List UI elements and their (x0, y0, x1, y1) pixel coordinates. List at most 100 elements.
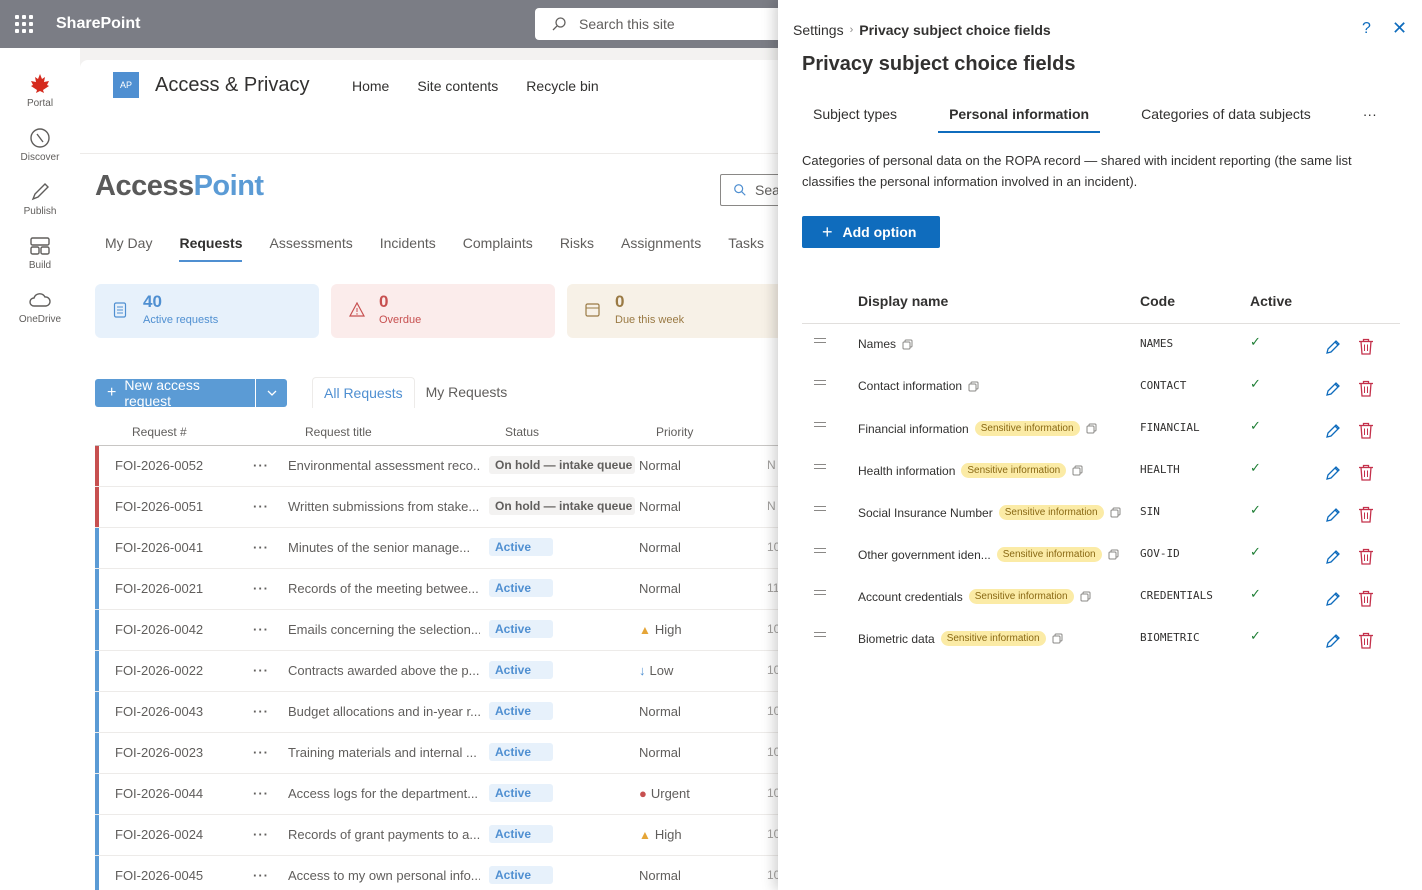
request-title[interactable]: Environmental assessment reco... (288, 458, 480, 473)
tab-requests[interactable]: Requests (179, 235, 243, 262)
delete-icon[interactable] (1358, 548, 1374, 568)
option-row[interactable]: Contact information CONTACT ✓ (802, 366, 1400, 408)
option-row[interactable]: Biometric data Sensitive information BIOME… (802, 618, 1400, 660)
drag-handle-icon[interactable] (814, 380, 826, 388)
more-actions-icon[interactable]: ··· (253, 786, 271, 801)
col-status[interactable]: Status (505, 425, 539, 439)
edit-icon[interactable] (1324, 590, 1342, 611)
request-id[interactable]: FOI-2026-0052 (115, 458, 215, 473)
copy-icon[interactable] (968, 381, 979, 392)
request-title[interactable]: Records of grant payments to a... (288, 827, 480, 842)
suite-title[interactable]: SharePoint (56, 15, 140, 33)
drag-handle-icon[interactable] (814, 422, 826, 430)
table-row[interactable]: FOI-2026-0045 ··· Access to my own persona… (95, 856, 800, 890)
delete-icon[interactable] (1358, 338, 1374, 358)
delete-icon[interactable] (1358, 380, 1374, 400)
col-request-number[interactable]: Request # (132, 425, 187, 439)
more-actions-icon[interactable]: ··· (253, 745, 271, 760)
drag-handle-icon[interactable] (814, 590, 826, 598)
copy-icon[interactable] (1110, 507, 1121, 518)
view-all-requests[interactable]: All Requests (312, 377, 415, 408)
tab-assignments[interactable]: Assignments (621, 235, 701, 262)
tab-risks[interactable]: Risks (560, 235, 594, 262)
more-actions-icon[interactable]: ··· (253, 704, 271, 719)
drag-handle-icon[interactable] (814, 338, 826, 346)
delete-icon[interactable] (1358, 632, 1374, 652)
copy-icon[interactable] (902, 339, 913, 350)
option-row[interactable]: Account credentials Sensitive information… (802, 576, 1400, 618)
more-actions-icon[interactable]: ··· (253, 458, 271, 473)
option-row[interactable]: Other government iden... Sensitive inform… (802, 534, 1400, 576)
request-title[interactable]: Minutes of the senior manage... (288, 540, 480, 555)
option-row[interactable]: Financial information Sensitive informati… (802, 408, 1400, 450)
close-icon[interactable]: ✕ (1392, 18, 1407, 39)
help-icon[interactable]: ? (1362, 20, 1371, 38)
site-logo[interactable]: AP (113, 72, 139, 98)
more-actions-icon[interactable]: ··· (253, 827, 271, 842)
request-title[interactable]: Records of the meeting betwee... (288, 581, 480, 596)
tab-assessments[interactable]: Assessments (269, 235, 352, 262)
delete-icon[interactable] (1358, 506, 1374, 526)
copy-icon[interactable] (1080, 591, 1091, 602)
more-actions-icon[interactable]: ··· (253, 868, 271, 883)
copy-icon[interactable] (1072, 465, 1083, 476)
table-row[interactable]: FOI-2026-0043 ··· Budget allocations and i… (95, 692, 800, 733)
site-title[interactable]: Access & Privacy (155, 74, 309, 97)
edit-icon[interactable] (1324, 422, 1342, 443)
stat-due-this-week[interactable]: 0 Due this week (567, 284, 800, 338)
appbar-build[interactable]: Build (0, 228, 80, 278)
request-id[interactable]: FOI-2026-0023 (115, 745, 215, 760)
table-row[interactable]: FOI-2026-0022 ··· Contracts awarded above … (95, 651, 800, 692)
view-my-requests[interactable]: My Requests (415, 377, 519, 408)
more-actions-icon[interactable]: ··· (253, 622, 271, 637)
drag-handle-icon[interactable] (814, 632, 826, 640)
edit-icon[interactable] (1324, 548, 1342, 569)
tab-tasks[interactable]: Tasks (728, 235, 764, 262)
table-row[interactable]: FOI-2026-0042 ··· Emails concerning the se… (95, 610, 800, 651)
table-row[interactable]: FOI-2026-0041 ··· Minutes of the senior ma… (95, 528, 800, 569)
tab-incidents[interactable]: Incidents (380, 235, 436, 262)
edit-icon[interactable] (1324, 380, 1342, 401)
appbar-onedrive[interactable]: OneDrive (0, 282, 80, 332)
new-access-request-main[interactable]: + New access request (95, 377, 255, 409)
chevron-down-icon[interactable] (256, 379, 287, 407)
more-actions-icon[interactable]: ··· (253, 663, 271, 678)
table-row[interactable]: FOI-2026-0023 ··· Training materials and i… (95, 733, 800, 774)
edit-icon[interactable] (1324, 338, 1342, 359)
add-option-button[interactable]: + Add option (802, 216, 940, 248)
edit-icon[interactable] (1324, 506, 1342, 527)
copy-icon[interactable] (1108, 549, 1119, 560)
copy-icon[interactable] (1086, 423, 1097, 434)
table-row[interactable]: FOI-2026-0051 ··· Written submissions from… (95, 487, 800, 528)
more-actions-icon[interactable]: ··· (253, 540, 271, 555)
appbar-publish[interactable]: Publish (0, 174, 80, 224)
more-actions-icon[interactable]: ··· (253, 499, 271, 514)
tab-categories-of-data-subjects[interactable]: Categories of data subjects (1130, 106, 1322, 133)
edit-icon[interactable] (1324, 464, 1342, 485)
delete-icon[interactable] (1358, 590, 1374, 610)
table-row[interactable]: FOI-2026-0044 ··· Access logs for the depa… (95, 774, 800, 815)
site-search-input[interactable]: Search this site (535, 8, 795, 40)
request-id[interactable]: FOI-2026-0041 (115, 540, 215, 555)
request-id[interactable]: FOI-2026-0051 (115, 499, 215, 514)
edit-icon[interactable] (1324, 632, 1342, 653)
stat-overdue[interactable]: 0 Overdue (331, 284, 555, 338)
site-nav-recycle-bin[interactable]: Recycle bin (526, 78, 598, 94)
request-title[interactable]: Emails concerning the selection... (288, 622, 480, 637)
more-actions-icon[interactable]: ··· (253, 581, 271, 596)
request-title[interactable]: Training materials and internal ... (288, 745, 480, 760)
request-id[interactable]: FOI-2026-0045 (115, 868, 215, 883)
site-nav-home[interactable]: Home (352, 78, 389, 94)
request-id[interactable]: FOI-2026-0024 (115, 827, 215, 842)
appbar-portal[interactable]: Portal (0, 66, 80, 116)
option-row[interactable]: Health information Sensitive information H… (802, 450, 1400, 492)
site-nav-site-contents[interactable]: Site contents (417, 78, 498, 94)
table-row[interactable]: FOI-2026-0024 ··· Records of grant payment… (95, 815, 800, 856)
tab-complaints[interactable]: Complaints (463, 235, 533, 262)
app-launcher-icon[interactable] (0, 0, 48, 48)
tab-personal-information[interactable]: Personal information (938, 106, 1101, 133)
delete-icon[interactable] (1358, 422, 1374, 442)
request-title[interactable]: Written submissions from stake... (288, 499, 480, 514)
request-title[interactable]: Access logs for the department... (288, 786, 480, 801)
tab-subject-types[interactable]: Subject types (802, 106, 908, 133)
